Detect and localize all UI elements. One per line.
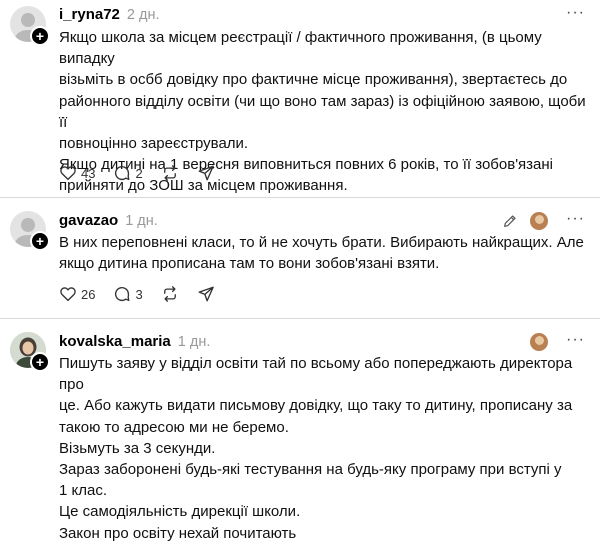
text-line: візьміть в осбб довідку про фактичне міс… xyxy=(59,71,568,89)
repost-icon xyxy=(163,165,176,181)
post-tools xyxy=(502,212,548,230)
text-line: Пишуть заяву у відділ освіти тай по всьо… xyxy=(59,355,573,394)
post-body: В них переповнені класи, то й не хочуть … xyxy=(59,232,589,274)
username[interactable]: kovalska_maria xyxy=(59,333,171,350)
text-line: 1 клас. xyxy=(59,482,108,500)
repost-icon xyxy=(163,286,176,302)
post-body: Пишуть заяву у відділ освіти тай по всьо… xyxy=(59,353,589,544)
action-bar: 26 3 xyxy=(59,285,233,303)
avatar-wrap[interactable]: + xyxy=(10,211,50,251)
post-kovalska-maria: + kovalska_maria 1 дн. ··· Пишуть заяву … xyxy=(0,319,600,542)
reply-button[interactable]: 3 xyxy=(113,285,143,303)
text-line: Візьмуть за 3 секунди. xyxy=(59,439,216,457)
timestamp[interactable]: 1 дн. xyxy=(178,334,211,350)
post-i-ryna72: + i_ryna72 2 дн. ··· Якщо школа за місце… xyxy=(0,0,600,198)
action-bar: 43 2 xyxy=(59,164,233,182)
liker-avatar[interactable] xyxy=(530,333,548,351)
follow-plus-icon[interactable]: + xyxy=(30,26,50,46)
follow-plus-icon[interactable]: + xyxy=(30,352,50,372)
text-line: Якщо школа за місцем реєстрації / фактич… xyxy=(59,29,542,68)
text-line: районного відділу освіти (чи що воно там… xyxy=(59,92,586,131)
send-icon xyxy=(198,286,214,302)
repost-button[interactable] xyxy=(161,285,179,303)
like-button[interactable]: 26 xyxy=(59,285,95,303)
username[interactable]: gavazao xyxy=(59,212,118,229)
text-line: Це самодіяльність дирекції школи. xyxy=(59,503,301,521)
more-icon[interactable]: ··· xyxy=(566,4,585,22)
comment-icon xyxy=(115,286,130,302)
more-icon[interactable]: ··· xyxy=(566,210,585,228)
heart-icon xyxy=(60,287,76,302)
timestamp[interactable]: 1 дн. xyxy=(125,213,158,229)
avatar-wrap[interactable]: + xyxy=(10,6,50,46)
text-line: якщо дитина прописана там то вони зобов'… xyxy=(59,255,440,273)
username[interactable]: i_ryna72 xyxy=(59,6,120,23)
post-tools xyxy=(518,333,548,351)
timestamp[interactable]: 2 дн. xyxy=(127,7,160,23)
text-line: В них переповнені класи, то й не хочуть … xyxy=(59,234,584,251)
liker-avatar[interactable] xyxy=(530,212,548,230)
share-button[interactable] xyxy=(197,285,215,303)
send-icon xyxy=(198,165,214,181)
text-line: повноцінно зареєстрували. xyxy=(59,135,249,153)
post-header: gavazao 1 дн. xyxy=(59,212,158,229)
reply-count: 3 xyxy=(135,286,143,302)
repost-button[interactable] xyxy=(161,164,179,182)
post-header: i_ryna72 2 дн. xyxy=(59,6,159,23)
text-line: Зараз заборонені будь-які тестування на … xyxy=(59,461,562,479)
comment-icon xyxy=(115,165,130,181)
post-gavazao: + gavazao 1 дн. ··· В них переповнені кл… xyxy=(0,198,600,319)
like-button[interactable]: 43 xyxy=(59,164,95,182)
follow-plus-icon[interactable]: + xyxy=(30,231,50,251)
avatar-wrap[interactable]: + xyxy=(10,332,50,372)
text-line: Закон про освіту нехай почитають xyxy=(59,524,297,542)
more-icon[interactable]: ··· xyxy=(566,331,585,349)
reply-button[interactable]: 2 xyxy=(113,164,143,182)
reply-count: 2 xyxy=(135,165,143,181)
like-count: 26 xyxy=(81,286,96,302)
text-line: такою то адресою ми не беремо. xyxy=(59,418,289,436)
post-header: kovalska_maria 1 дн. xyxy=(59,333,210,350)
heart-icon xyxy=(60,166,76,181)
share-button[interactable] xyxy=(197,164,215,182)
text-line: це. Або кажуть видати письмову довідку, … xyxy=(59,397,573,415)
pencil-icon[interactable] xyxy=(502,213,518,229)
like-count: 43 xyxy=(81,165,96,181)
